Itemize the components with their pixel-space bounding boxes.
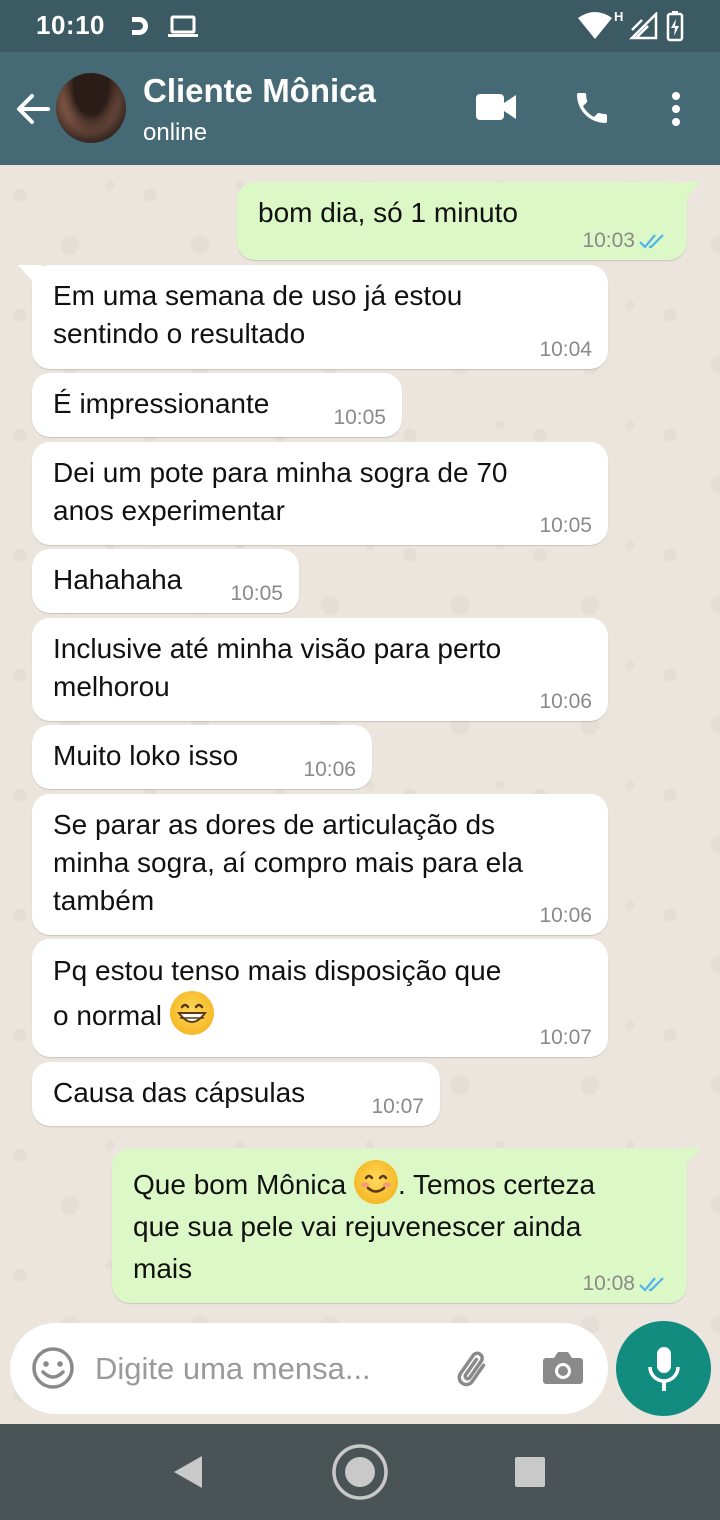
battery-charging-icon [666, 11, 684, 42]
nav-home-icon[interactable] [331, 1443, 389, 1501]
signal-icon [628, 12, 658, 40]
system-nav-bar [0, 1424, 720, 1520]
contact-name[interactable]: Cliente Mônica [143, 72, 376, 110]
message-text: Que bom Mônica . Temos certeza que sua p… [133, 1160, 595, 1290]
message-text: É impressionante [53, 388, 270, 419]
message-bubble-outgoing[interactable]: bom dia, só 1 minuto 10:03 [237, 182, 701, 260]
message-text: Causa das cápsulas [53, 1077, 306, 1108]
status-time: 10:10 [36, 10, 105, 40]
message-time: 10:03 [582, 229, 635, 252]
double-check-icon [639, 1277, 664, 1292]
message-time: 10:05 [333, 406, 386, 429]
message-time: 10:06 [539, 904, 592, 927]
message-bubble-incoming[interactable]: Se parar as dores de articulação ds minh… [32, 794, 608, 935]
double-check-icon [639, 234, 664, 249]
message-text: Muito loko isso [53, 740, 239, 771]
contact-status: online [143, 119, 208, 146]
message-input[interactable] [95, 1345, 425, 1393]
message-time: 10:05 [230, 582, 283, 605]
message-text: Hahahaha [53, 564, 183, 595]
laptop-icon [168, 15, 198, 37]
mic-icon [648, 1347, 680, 1391]
phone-icon[interactable] [572, 88, 612, 128]
message-text: bom dia, só 1 minuto [258, 197, 518, 228]
attach-icon[interactable] [450, 1345, 498, 1393]
message-time: 10:05 [539, 514, 592, 537]
message-text: Pq estou tenso mais disposição que o nor… [53, 951, 501, 1036]
contact-avatar[interactable] [56, 73, 126, 143]
grinning-face-emoji [169, 991, 214, 1035]
network-type: H [614, 9, 624, 24]
message-text-part: Pq estou tenso mais disposição que o nor… [53, 955, 502, 1031]
wifi-icon [578, 12, 612, 39]
message-text: Dei um pote para minha sogra de 70 anos … [53, 457, 508, 526]
message-time: 10:08 [582, 1272, 635, 1295]
chat-header: Cliente Mônica online [0, 52, 720, 165]
message-time: 10:07 [371, 1095, 424, 1118]
message-time: 10:06 [539, 690, 592, 713]
video-call-icon[interactable] [474, 90, 518, 124]
back-arrow-icon[interactable] [12, 88, 54, 130]
message-time: 10:06 [303, 758, 356, 781]
message-bubble-incoming[interactable]: Pq estou tenso mais disposição que o nor… [32, 939, 608, 1057]
message-bubble-incoming[interactable]: Muito loko isso 10:06 [32, 725, 372, 789]
message-bubble-incoming[interactable]: Causa das cápsulas 10:07 [32, 1062, 440, 1126]
emoji-icon[interactable] [30, 1345, 76, 1391]
message-text: Se parar as dores de articulação ds minh… [53, 809, 523, 916]
message-bubble-outgoing[interactable]: Que bom Mônica . Temos certeza que sua p… [112, 1148, 701, 1303]
more-vert-icon[interactable] [664, 90, 688, 128]
message-composer [10, 1323, 608, 1414]
message-text: Em uma semana de uso já estou sentindo o… [53, 280, 463, 349]
mic-button[interactable] [616, 1321, 711, 1416]
message-bubble-incoming[interactable]: É impressionante 10:05 [32, 373, 402, 437]
camera-icon[interactable] [540, 1345, 586, 1391]
nav-recents-icon[interactable] [514, 1456, 546, 1488]
smiling-face-emoji [354, 1160, 398, 1204]
message-bubble-incoming[interactable]: Em uma semana de uso já estou sentindo o… [18, 265, 608, 369]
message-text-part: Que bom Mônica [133, 1169, 347, 1200]
message-bubble-incoming[interactable]: Dei um pote para minha sogra de 70 anos … [32, 442, 608, 545]
data-saver-icon [132, 17, 148, 35]
message-list[interactable]: bom dia, só 1 minuto 10:03 Em uma semana… [0, 165, 720, 1423]
message-bubble-incoming[interactable]: Inclusive até minha visão para perto mel… [32, 618, 608, 721]
message-bubble-incoming[interactable]: Hahahaha 10:05 [32, 549, 299, 613]
status-bar: 10:10 H [0, 0, 720, 52]
message-time: 10:04 [539, 338, 592, 361]
message-text: Inclusive até minha visão para perto mel… [53, 633, 502, 702]
message-time: 10:07 [539, 1026, 592, 1049]
nav-back-icon[interactable] [172, 1454, 204, 1490]
